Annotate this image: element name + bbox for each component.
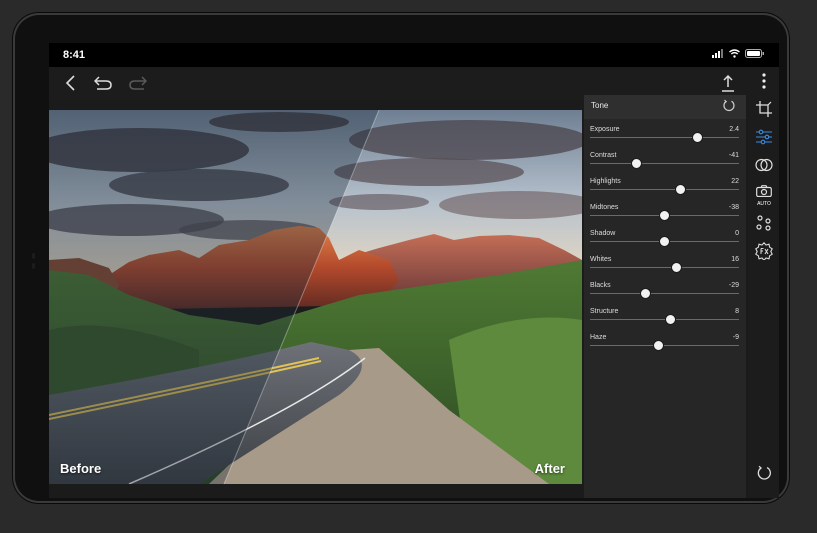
auto-tool[interactable] — [754, 181, 774, 201]
slider-label: Whites — [590, 256, 612, 263]
auto-label: AUTO — [757, 201, 771, 207]
slider-label: Contrast — [590, 152, 617, 159]
sliders-icon — [756, 129, 772, 145]
slider-label: Structure — [590, 308, 619, 315]
panel-reset-button[interactable] — [722, 99, 736, 118]
slider-label: Highlights — [590, 178, 621, 185]
slider-knob[interactable] — [653, 340, 664, 351]
device-sensor — [32, 253, 35, 259]
slider-value: 2.4 — [729, 126, 739, 133]
wifi-icon — [729, 49, 740, 58]
share-button[interactable] — [717, 73, 739, 93]
redo-icon — [129, 76, 147, 90]
fx-tool[interactable] — [754, 241, 774, 261]
photo-preview[interactable]: Before After — [49, 110, 582, 484]
slider-value: -38 — [728, 204, 739, 211]
panel-title: Tone — [591, 101, 609, 110]
more-vertical-icon — [762, 73, 766, 89]
undo-icon — [94, 76, 112, 90]
nodes-icon — [756, 215, 771, 231]
tablet-device: 8:41 Before After Tone Exposure 2.4 Cont… — [13, 13, 789, 503]
slider-value: -29 — [728, 282, 739, 289]
status-time: 8:41 — [63, 49, 86, 61]
slider-track[interactable] — [590, 293, 739, 294]
slider-knob[interactable] — [691, 132, 703, 143]
slider-highlights[interactable]: Highlights 22 — [590, 177, 739, 203]
slider-whites[interactable]: Whites 16 — [590, 255, 739, 281]
battery-icon — [745, 49, 764, 58]
slider-value: -9 — [732, 334, 739, 341]
slider-track[interactable] — [590, 345, 739, 346]
slider-shadow[interactable]: Shadow 0 — [590, 229, 739, 255]
slider-value: 0 — [735, 230, 739, 237]
slider-knob[interactable] — [659, 236, 670, 247]
share-icon — [722, 74, 734, 92]
crop-tool[interactable] — [754, 99, 774, 119]
reset-icon — [757, 465, 771, 480]
slider-haze[interactable]: Haze -9 — [590, 333, 739, 359]
tool-rail: AUTO — [749, 67, 779, 498]
slider-midtones[interactable]: Midtones -38 — [590, 203, 739, 229]
back-arrow-icon — [65, 75, 75, 91]
slider-knob[interactable] — [675, 184, 687, 195]
after-label: After — [534, 461, 565, 476]
slider-knob[interactable] — [630, 158, 642, 169]
crop-icon — [756, 101, 772, 117]
back-button[interactable] — [60, 73, 82, 93]
tone-panel: Tone Exposure 2.4 Contrast -41 Highlight… — [584, 95, 746, 498]
slider-track[interactable] — [590, 137, 739, 138]
slider-label: Blacks — [590, 282, 611, 289]
rail-reset-button[interactable] — [754, 463, 774, 483]
slider-label: Midtones — [590, 204, 619, 211]
camera-icon — [756, 185, 772, 197]
slider-track[interactable] — [590, 163, 739, 164]
slider-label: Exposure — [590, 126, 620, 133]
slider-value: 16 — [731, 256, 739, 263]
slider-value: -41 — [728, 152, 739, 159]
slider-knob[interactable] — [659, 210, 670, 221]
redo-button[interactable] — [127, 73, 149, 93]
panel-header: Tone — [584, 95, 746, 119]
before-label: Before — [60, 461, 102, 476]
slider-value: 8 — [735, 308, 739, 315]
slider-contrast[interactable]: Contrast -41 — [590, 151, 739, 177]
reset-icon — [723, 99, 735, 112]
slider-label: Haze — [590, 334, 607, 341]
blend-tool[interactable] — [754, 155, 774, 175]
slider-label: Shadow — [590, 230, 616, 237]
slider-knob[interactable] — [665, 314, 676, 325]
slider-blacks[interactable]: Blacks -29 — [590, 281, 739, 307]
more-button[interactable] — [754, 71, 774, 91]
adjust-tool[interactable] — [754, 127, 774, 147]
slider-track[interactable] — [590, 189, 739, 190]
slider-structure[interactable]: Structure 8 — [590, 307, 739, 333]
slider-knob[interactable] — [670, 262, 682, 273]
signal-icon — [712, 49, 723, 58]
slider-track[interactable] — [590, 267, 739, 268]
photo-image — [49, 110, 582, 484]
selective-tool[interactable] — [754, 213, 774, 233]
slider-value: 22 — [731, 178, 739, 185]
slider-knob[interactable] — [639, 288, 651, 299]
app-screen: 8:41 Before After Tone Exposure 2.4 Cont… — [49, 43, 779, 498]
status-icons — [712, 49, 765, 58]
device-sensor — [32, 263, 35, 269]
fx-badge-icon — [755, 242, 773, 260]
undo-button[interactable] — [92, 73, 114, 93]
status-bar: 8:41 — [49, 43, 779, 67]
slider-exposure[interactable]: Exposure 2.4 — [590, 125, 739, 151]
overlap-circles-icon — [755, 158, 773, 172]
